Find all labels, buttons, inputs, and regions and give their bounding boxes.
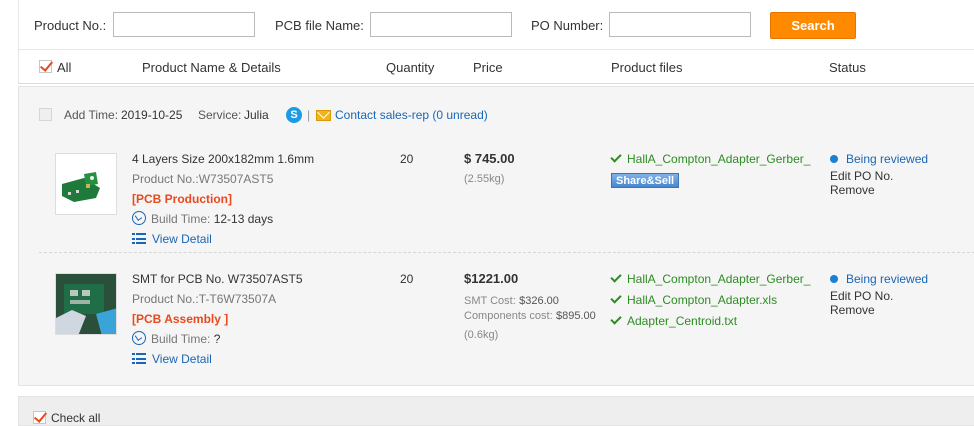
table-header: All Product Name & Details Quantity Pric… <box>18 50 974 84</box>
product-no-label: Product No.: <box>132 292 199 306</box>
po-number-input[interactable] <box>609 12 751 37</box>
column-price: Price <box>473 60 503 75</box>
contact-sales-rep-link[interactable]: Contact sales-rep (0 unread) <box>335 108 488 122</box>
build-time-label: Build Time: <box>151 332 211 346</box>
status-badge: Being reviewed <box>830 269 928 289</box>
pcb-file-name-input[interactable] <box>370 12 512 37</box>
column-product-files: Product files <box>611 60 683 75</box>
quantity: 20 <box>400 272 414 286</box>
product-details: SMT for PCB No. W73507AST5 Product No.:T… <box>132 269 303 369</box>
file-link[interactable]: Adapter_Centroid.txt <box>610 311 810 332</box>
share-sell-button[interactable]: Share&Sell <box>611 173 680 188</box>
product-no-value: W73507AST5 <box>198 172 274 186</box>
separator: | <box>307 108 311 122</box>
status-dot-icon <box>830 155 838 163</box>
check-icon <box>610 313 622 325</box>
po-number-label: PO Number: <box>531 18 604 33</box>
product-thumbnail <box>55 273 117 335</box>
price-block: $ 745.00 (2.55kg) <box>464 149 515 189</box>
order-header: Add Time: 2019-10-25 Service: Julia S | … <box>19 87 974 139</box>
status-block: Being reviewed Edit PO No. Remove <box>830 269 928 317</box>
components-cost-value: $895.00 <box>556 310 596 322</box>
add-time-value: 2019-10-25 <box>121 108 183 122</box>
product-files: HallA_Compton_Adapter_Gerber_ Share&Sell <box>610 149 810 190</box>
build-time-value: 12-13 days <box>213 212 274 226</box>
product-no-label: Product No.: <box>34 18 107 33</box>
edit-po-link[interactable]: Edit PO No. <box>830 169 928 183</box>
edit-po-link[interactable]: Edit PO No. <box>830 289 928 303</box>
product-no-input[interactable] <box>113 12 255 37</box>
product-no-label: Product No.: <box>132 172 199 186</box>
order-card: Add Time: 2019-10-25 Service: Julia S | … <box>18 86 974 386</box>
clock-icon <box>132 211 146 225</box>
remove-link[interactable]: Remove <box>830 183 928 197</box>
footer-bar: Check all <box>18 396 974 426</box>
search-button[interactable]: Search <box>770 12 856 39</box>
select-all-label: All <box>57 60 72 75</box>
product-files: HallA_Compton_Adapter_Gerber_ HallA_Comp… <box>610 269 810 332</box>
select-all-checkbox[interactable] <box>39 60 52 73</box>
order-checkbox[interactable] <box>39 108 52 121</box>
product-name: 4 Layers Size 200x182mm 1.6mm <box>132 152 315 166</box>
build-time-label: Build Time: <box>151 212 211 226</box>
column-quantity: Quantity <box>386 60 435 75</box>
file-link[interactable]: HallA_Compton_Adapter_Gerber_ <box>610 149 810 170</box>
order-item: SMT for PCB No. W73507AST5 Product No.:T… <box>39 253 974 377</box>
price-block: $1221.00 SMT Cost: $326.00 Components co… <box>464 269 596 345</box>
list-icon <box>132 233 146 244</box>
file-link[interactable]: HallA_Compton_Adapter_Gerber_ <box>610 269 810 290</box>
product-name: SMT for PCB No. W73507AST5 <box>132 272 303 286</box>
components-cost-label: Components cost: <box>464 310 553 322</box>
skype-icon[interactable]: S <box>286 107 302 123</box>
price: $ 745.00 <box>464 151 515 166</box>
view-detail-link[interactable]: View Detail <box>152 232 212 246</box>
column-product-name: Product Name & Details <box>142 60 281 75</box>
add-time-label: Add Time: <box>64 108 119 122</box>
pcb-file-name-label: PCB file Name: <box>275 18 364 33</box>
remove-link[interactable]: Remove <box>830 303 928 317</box>
product-type-tag: [PCB Assembly ] <box>132 312 229 326</box>
product-thumbnail <box>55 153 117 215</box>
status-dot-icon <box>830 275 838 283</box>
order-item: 4 Layers Size 200x182mm 1.6mm Product No… <box>39 139 974 253</box>
check-icon <box>610 292 622 304</box>
smt-cost-value: $326.00 <box>519 295 559 307</box>
file-link[interactable]: HallA_Compton_Adapter.xls <box>610 290 810 311</box>
mail-icon <box>316 110 331 121</box>
clock-icon <box>132 331 146 345</box>
check-all-label: Check all <box>51 411 101 425</box>
check-icon <box>610 151 622 163</box>
view-detail-link[interactable]: View Detail <box>152 352 212 366</box>
service-label: Service: <box>198 108 242 122</box>
search-bar: Product No.: PCB file Name: PO Number: S… <box>18 0 974 50</box>
smt-cost-label: SMT Cost: <box>464 295 516 307</box>
status-badge: Being reviewed <box>830 149 928 169</box>
quantity: 20 <box>400 152 414 166</box>
price: $1221.00 <box>464 271 519 286</box>
build-time-value: ? <box>213 332 221 346</box>
status-block: Being reviewed Edit PO No. Remove <box>830 149 928 197</box>
product-details: 4 Layers Size 200x182mm 1.6mm Product No… <box>132 149 314 249</box>
weight: (0.6kg) <box>464 329 499 341</box>
check-icon <box>610 271 622 283</box>
product-no-value: T-T6W73507A <box>198 292 277 306</box>
weight: (2.55kg) <box>464 173 505 185</box>
check-all-checkbox[interactable] <box>33 411 46 424</box>
service-value: Julia <box>244 108 269 122</box>
list-icon <box>132 353 146 364</box>
product-type-tag: [PCB Production] <box>132 192 232 206</box>
column-status: Status <box>829 60 866 75</box>
